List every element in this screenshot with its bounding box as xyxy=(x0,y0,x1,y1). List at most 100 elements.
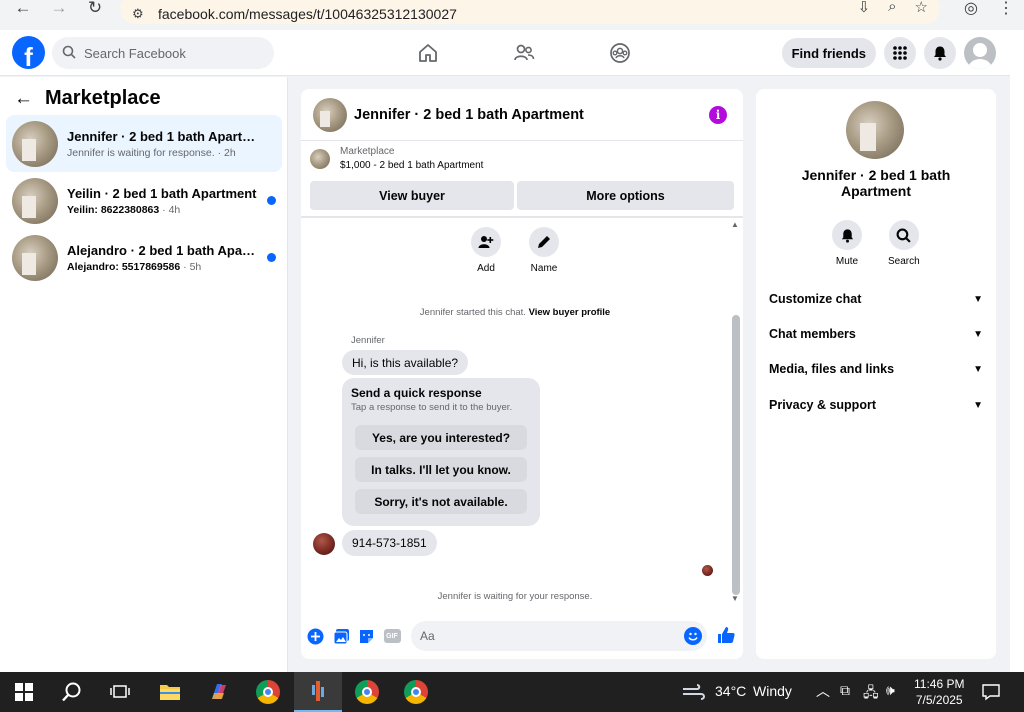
show-hidden-icons-chevron-icon[interactable]: ︿ xyxy=(816,681,830,701)
emoji-icon[interactable] xyxy=(684,627,702,645)
taskbar-search-icon[interactable] xyxy=(48,672,96,712)
conversation-name: Jennifer · 2 bed 1 bath Apartment xyxy=(67,128,257,144)
friends-icon[interactable] xyxy=(476,30,572,76)
listing-thumbnail xyxy=(12,177,58,224)
notifications-icon[interactable] xyxy=(970,672,1012,712)
temperature[interactable]: 34°C xyxy=(715,683,746,699)
find-friends-button[interactable]: Find friends xyxy=(781,38,876,68)
conversation-time: · 4h xyxy=(159,203,181,216)
app-icon-active[interactable] xyxy=(294,672,342,712)
scroll-down-icon[interactable]: ▼ xyxy=(731,594,739,603)
scroll-up-icon[interactable]: ▲ xyxy=(731,220,739,229)
back-arrow-icon[interactable]: ← xyxy=(6,0,40,20)
marketplace-conversations-panel: ← Marketplace Jennifer · 2 bed 1 bath Ap… xyxy=(0,77,288,672)
system-clock[interactable]: 11:46 PM 7/5/2025 xyxy=(914,676,964,708)
reload-icon[interactable]: ↻ xyxy=(78,0,112,20)
back-arrow-icon[interactable]: ← xyxy=(14,88,33,110)
account-avatar[interactable] xyxy=(964,37,996,69)
address-bar[interactable]: ⚙ facebook.com/messages/t/10046325312130… xyxy=(120,0,940,24)
photo-icon[interactable] xyxy=(332,627,350,645)
home-icon[interactable] xyxy=(380,30,476,76)
listing-summary[interactable]: Marketplace $1,000 - 2 bed 1 bath Apartm… xyxy=(310,146,483,171)
quick-reply-button[interactable]: Yes, are you interested? xyxy=(355,425,527,450)
gif-icon[interactable]: GIF xyxy=(383,627,401,645)
search-in-chat-button[interactable]: Search xyxy=(888,220,920,267)
mute-button[interactable]: Mute xyxy=(832,220,862,267)
marketplace-label: Marketplace xyxy=(340,146,395,157)
details-title: Jennifer · 2 bed 1 bath Apartment xyxy=(801,167,951,199)
listing-thumbnail xyxy=(12,120,58,167)
clock-time: 11:46 PM xyxy=(914,677,965,691)
copilot-icon[interactable] xyxy=(195,672,243,712)
groups-icon[interactable] xyxy=(572,30,668,76)
conversation-item[interactable]: Yeilin · 2 bed 1 bath Apartment Yeilin: … xyxy=(6,172,282,229)
site-settings-icon[interactable]: ⚙ xyxy=(132,6,154,22)
meet-now-icon[interactable]: ⧉ xyxy=(840,682,850,699)
windows-taskbar: 34°C Windy ︿ ⧉ 🖧 🕪 11:46 PM 7/5/2025 xyxy=(0,672,1024,712)
network-icon[interactable]: 🖧 xyxy=(863,682,879,706)
info-icon[interactable]: i xyxy=(709,106,727,124)
customize-chat-section[interactable]: Customize chat ▼ xyxy=(769,292,983,306)
listing-thumbnail[interactable] xyxy=(313,97,347,132)
sender-avatar[interactable] xyxy=(313,533,335,555)
message-bubble[interactable]: Hi, is this available? xyxy=(342,350,469,375)
message-input[interactable] xyxy=(420,629,670,643)
listing-thumbnail-small xyxy=(310,149,330,169)
privacy-support-section[interactable]: Privacy & support ▼ xyxy=(769,398,983,412)
scroll-thumb[interactable] xyxy=(732,315,740,595)
add-people-button[interactable]: Add xyxy=(471,227,501,274)
edit-name-button[interactable]: Name xyxy=(529,227,559,274)
thumbs-up-icon[interactable] xyxy=(715,624,737,646)
message-composer: GIF xyxy=(301,619,743,653)
volume-icon[interactable]: 🕪 xyxy=(886,682,895,699)
more-options-button[interactable]: More options xyxy=(517,181,734,210)
bell-icon xyxy=(841,228,853,243)
chrome-profile-icon[interactable] xyxy=(392,672,440,712)
view-buyer-profile-link[interactable]: View buyer profile xyxy=(529,307,611,318)
panel-title: Marketplace xyxy=(45,87,161,109)
facebook-logo[interactable]: f xyxy=(12,36,45,69)
quick-reply-button[interactable]: Sorry, it's not available. xyxy=(355,489,527,514)
weather-condition[interactable]: Windy xyxy=(753,683,792,699)
chevron-down-icon: ▼ xyxy=(973,363,983,375)
profile-icon[interactable]: ◎ xyxy=(964,0,978,18)
install-app-icon[interactable]: ⇩ xyxy=(858,0,871,16)
search-box[interactable] xyxy=(52,37,274,69)
url-text[interactable]: facebook.com/messages/t/1004632531213002… xyxy=(158,6,457,22)
menu-grid-icon[interactable] xyxy=(884,37,916,69)
listing-price: $1,000 - 2 bed 1 bath Apartment xyxy=(340,160,484,171)
conversation-time: · 5h xyxy=(180,260,202,273)
conversation-preview: Yeilin: 8622380863 xyxy=(67,203,160,216)
plus-circle-icon[interactable] xyxy=(306,627,324,645)
listing-photo[interactable] xyxy=(846,101,904,159)
task-view-icon[interactable] xyxy=(96,672,144,712)
chat-members-section[interactable]: Chat members ▼ xyxy=(769,327,983,341)
message-input-box[interactable] xyxy=(411,621,707,651)
search-icon xyxy=(896,228,912,243)
chat-title[interactable]: Jennifer · 2 bed 1 bath Apartment xyxy=(354,107,584,123)
weather-wind-icon[interactable] xyxy=(676,672,712,712)
chrome-icon[interactable] xyxy=(244,672,292,712)
unread-dot xyxy=(267,253,276,262)
conversation-name: Yeilin · 2 bed 1 bath Apartment xyxy=(67,185,257,201)
menu-kebab-icon[interactable]: ⋮ xyxy=(998,0,1014,18)
quick-reply-button[interactable]: In talks. I'll let you know. xyxy=(355,457,527,482)
search-input[interactable] xyxy=(84,45,254,61)
media-files-links-section[interactable]: Media, files and links ▼ xyxy=(769,362,983,376)
forward-arrow-icon[interactable]: → xyxy=(42,0,76,20)
sticker-icon[interactable] xyxy=(357,627,375,645)
file-explorer-icon[interactable] xyxy=(146,672,194,712)
unread-dot xyxy=(267,196,276,205)
chrome-profile-f-icon[interactable] xyxy=(343,672,391,712)
zoom-icon[interactable]: ⌕ xyxy=(888,0,896,16)
chat-scrollbar[interactable]: ▲ ▼ xyxy=(730,220,742,606)
conversation-item[interactable]: Jennifer · 2 bed 1 bath Apartment Jennif… xyxy=(6,115,282,172)
conversation-item[interactable]: Alejandro · 2 bed 1 bath Apartm... Aleja… xyxy=(6,229,282,286)
view-buyer-button[interactable]: View buyer xyxy=(310,181,514,210)
bookmark-star-icon[interactable]: ☆ xyxy=(915,0,928,16)
notifications-bell-icon[interactable] xyxy=(924,37,956,69)
page-scrollbar[interactable] xyxy=(1010,30,1024,672)
windows-start-icon[interactable] xyxy=(0,672,48,712)
search-icon xyxy=(62,45,76,62)
message-bubble[interactable]: 914-573-1851 xyxy=(342,530,437,556)
